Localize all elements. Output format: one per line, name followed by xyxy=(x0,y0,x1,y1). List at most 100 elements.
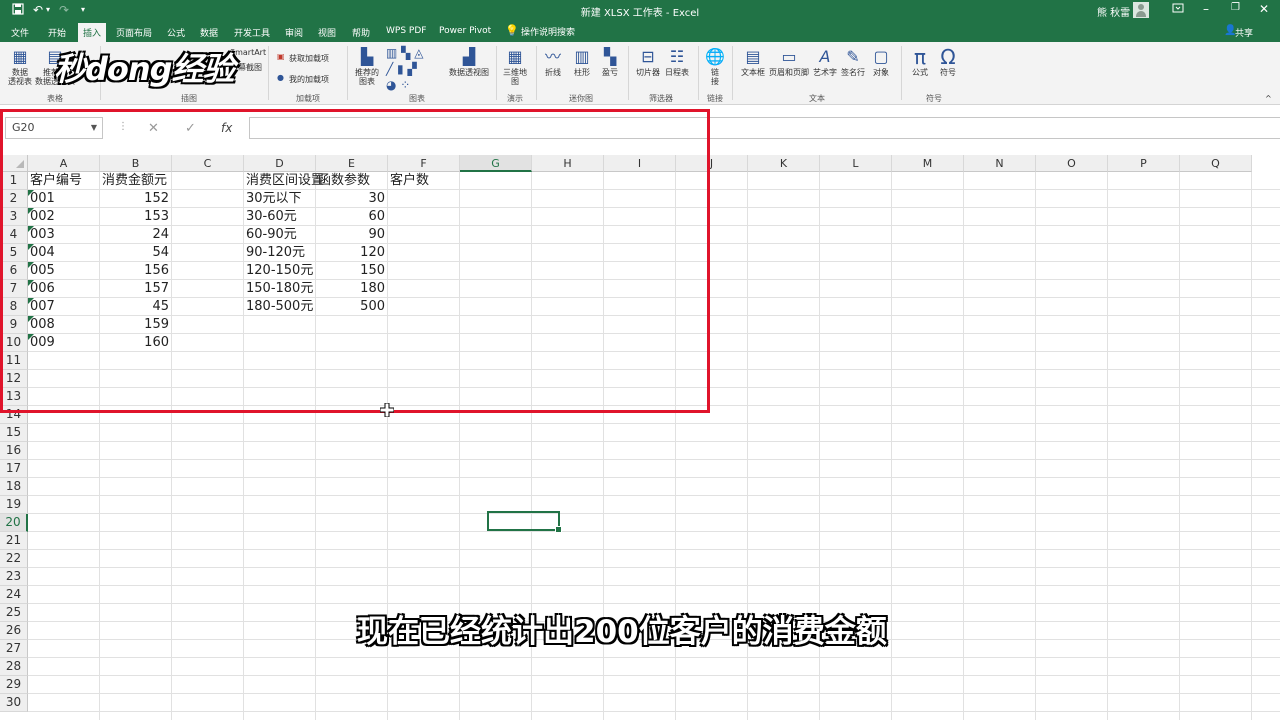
sparkline-column-button[interactable]: ▥ 柱形 xyxy=(570,48,594,78)
sparkline-line-button[interactable]: 〰 折线 xyxy=(541,48,565,78)
column-header[interactable]: M xyxy=(892,155,964,172)
pivot-table-icon: ▦ xyxy=(12,47,28,66)
object-icon: ▢ xyxy=(873,47,889,66)
ribbon-display-icon[interactable] xyxy=(1172,2,1184,17)
gridline xyxy=(1251,172,1252,720)
recommended-charts-button[interactable]: ▙ 推荐的 图表 xyxy=(352,48,382,87)
row-header[interactable]: 22 xyxy=(0,550,28,568)
collapse-ribbon-icon[interactable]: ^ xyxy=(1265,94,1272,103)
tell-me-search[interactable]: 操作说明搜索 xyxy=(521,25,575,38)
row-header[interactable]: 29 xyxy=(0,676,28,694)
minimize-icon[interactable]: – xyxy=(1203,2,1209,16)
column-header[interactable]: N xyxy=(964,155,1036,172)
3d-map-icon: ▦ xyxy=(507,47,523,66)
row-header[interactable]: 16 xyxy=(0,442,28,460)
wordart-icon: A xyxy=(819,47,831,66)
link-button[interactable]: 🌐 链 接 xyxy=(703,47,727,87)
3d-map-button[interactable]: ▦ 三维地 图 xyxy=(500,47,530,87)
share-button[interactable]: 共享 xyxy=(1235,26,1253,39)
group-label-symbols: 符号 xyxy=(926,94,942,103)
gridline xyxy=(28,585,1280,586)
slicer-button[interactable]: ⊟ 切片器 xyxy=(634,47,662,78)
column-header[interactable]: L xyxy=(820,155,892,172)
gridline xyxy=(28,657,1280,658)
row-header[interactable]: 24 xyxy=(0,586,28,604)
row-header[interactable]: 17 xyxy=(0,460,28,478)
watermark-logo: 秒dong经验 xyxy=(54,50,235,88)
tab-view[interactable]: 视图 xyxy=(318,26,336,39)
gridline xyxy=(1035,172,1036,720)
tab-data[interactable]: 数据 xyxy=(200,26,218,39)
row-header[interactable]: 20 xyxy=(0,514,28,532)
restore-icon[interactable]: ❐ xyxy=(1231,2,1240,13)
object-button[interactable]: ▢ 对象 xyxy=(868,47,894,78)
signature-line-button[interactable]: ✎ 签名行 xyxy=(840,48,866,78)
group-label-sparklines: 迷你图 xyxy=(569,94,593,103)
my-addins-button[interactable]: 我的加载项 xyxy=(289,74,329,85)
pivot-table-button[interactable]: ▦ 数据 透视表 xyxy=(6,47,34,87)
tab-review[interactable]: 审阅 xyxy=(285,26,303,39)
pie-chart-icon[interactable]: ◕ ⁘ xyxy=(386,78,410,92)
gridline xyxy=(28,693,1280,694)
row-header[interactable]: 30 xyxy=(0,694,28,712)
equation-button[interactable]: π 公式 xyxy=(907,47,933,77)
gridline xyxy=(28,603,1280,604)
column-header[interactable]: O xyxy=(1036,155,1108,172)
gridline xyxy=(28,567,1280,568)
sparkline-winloss-button[interactable]: ▚ 盈亏 xyxy=(598,48,622,78)
row-header[interactable]: 28 xyxy=(0,658,28,676)
column-header[interactable]: Q xyxy=(1180,155,1252,172)
column-header[interactable]: K xyxy=(748,155,820,172)
gridline xyxy=(28,477,1280,478)
group-label-charts: 图表 xyxy=(409,94,425,103)
row-header[interactable]: 25 xyxy=(0,604,28,622)
smartart-button[interactable]: SmartArt xyxy=(230,48,266,57)
column-chart-icon[interactable]: ▥ ▚ ◬ xyxy=(386,46,423,60)
window-title: 新建 XLSX 工作表 - Excel xyxy=(580,8,700,19)
group-label-addins: 加载项 xyxy=(296,94,320,103)
tab-insert[interactable]: 插入 xyxy=(78,23,107,42)
gridline xyxy=(28,711,1280,712)
textbox-button[interactable]: ▤ 文本框 xyxy=(739,48,767,78)
avatar[interactable] xyxy=(1133,2,1149,18)
row-header[interactable]: 21 xyxy=(0,532,28,550)
group-label-tables: 表格 xyxy=(47,94,63,103)
row-header[interactable]: 27 xyxy=(0,640,28,658)
link-icon: 🌐 xyxy=(705,47,725,66)
row-header[interactable]: 18 xyxy=(0,478,28,496)
user-name[interactable]: 熊 秋雷 xyxy=(1097,4,1130,19)
timeline-icon: ☷ xyxy=(669,47,685,66)
timeline-button[interactable]: ☷ 日程表 xyxy=(663,47,691,78)
tab-wps-pdf[interactable]: WPS PDF xyxy=(386,26,426,36)
active-cell-G20[interactable] xyxy=(487,511,562,533)
tab-power-pivot[interactable]: Power Pivot xyxy=(439,26,491,36)
column-header[interactable]: P xyxy=(1108,155,1180,172)
close-icon[interactable]: ✕ xyxy=(1259,2,1269,16)
group-label-links: 链接 xyxy=(707,94,723,103)
row-header[interactable]: 15 xyxy=(0,424,28,442)
header-footer-button[interactable]: ▭ 页眉和页脚 xyxy=(767,48,811,78)
screenshot-button[interactable]: 屏幕截图 xyxy=(230,62,262,73)
pivot-chart-button[interactable]: ▟ 数据透视图 xyxy=(448,48,490,78)
tab-formulas[interactable]: 公式 xyxy=(167,26,185,39)
ribbon-separator xyxy=(901,46,902,100)
row-header[interactable]: 26 xyxy=(0,622,28,640)
line-chart-icon[interactable]: ╱ ▮ ▞ xyxy=(386,62,417,76)
gridline xyxy=(28,549,1280,550)
fill-handle[interactable] xyxy=(555,526,562,533)
slicer-icon: ⊟ xyxy=(641,47,655,66)
tab-help[interactable]: 帮助 xyxy=(352,26,370,39)
tab-developer[interactable]: 开发工具 xyxy=(234,26,270,39)
group-label-illustrations: 插图 xyxy=(181,94,197,103)
get-addins-button[interactable]: 获取加载项 xyxy=(289,53,329,64)
tab-home[interactable]: 开始 xyxy=(48,26,66,39)
cursor-icon xyxy=(379,402,395,418)
wordart-button[interactable]: A 艺术字 xyxy=(812,47,838,78)
gridline xyxy=(963,172,964,720)
ribbon-separator xyxy=(536,46,537,100)
tab-page-layout[interactable]: 页面布局 xyxy=(116,26,152,39)
tab-file[interactable]: 文件 xyxy=(11,26,29,39)
row-header[interactable]: 19 xyxy=(0,496,28,514)
row-header[interactable]: 23 xyxy=(0,568,28,586)
symbol-button[interactable]: Ω 符号 xyxy=(935,47,961,77)
